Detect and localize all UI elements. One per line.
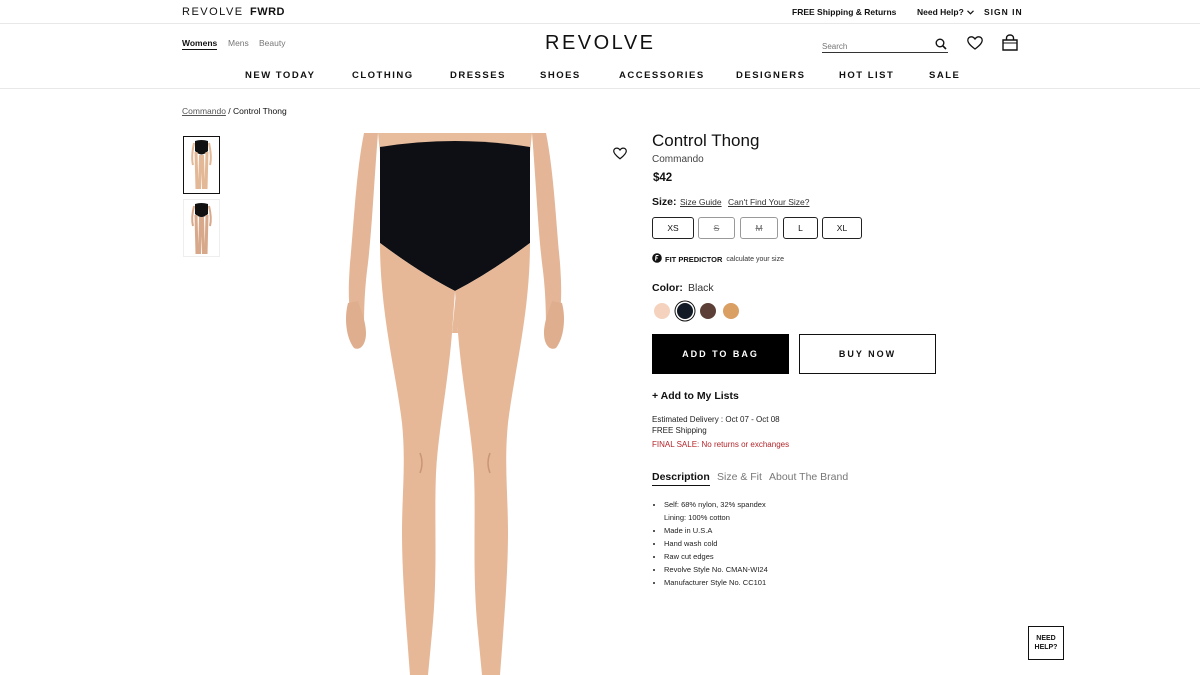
free-shipping-link[interactable]: FREE Shipping & Returns: [792, 7, 896, 17]
detail-item: Raw cut edges: [664, 550, 864, 563]
detail-item: Self: 68% nylon, 32% spandex: [664, 498, 864, 511]
tab-womens[interactable]: Womens: [182, 38, 218, 50]
breadcrumb-current: Control Thong: [233, 106, 287, 116]
need-help-chat-button[interactable]: NEED HELP?: [1028, 626, 1064, 660]
estimated-delivery: Estimated Delivery : Oct 07 - Oct 08: [652, 415, 780, 424]
product-price: $42: [653, 172, 673, 184]
add-to-lists-link[interactable]: + Add to My Lists: [652, 390, 739, 402]
product-thumbnail-1[interactable]: [183, 136, 220, 194]
tab-size-fit[interactable]: Size & Fit: [717, 471, 762, 483]
size-guide-link[interactable]: Size Guide: [680, 197, 722, 207]
detail-item: Hand wash cold: [664, 537, 864, 550]
size-option-m[interactable]: M: [740, 217, 778, 239]
fit-predictor-label: FIT PREDICTOR: [665, 254, 723, 264]
search-icon[interactable]: [935, 37, 947, 55]
free-shipping-note: FREE Shipping: [652, 426, 707, 435]
fit-predictor-sublabel: calculate your size: [726, 255, 784, 263]
color-swatch-caramel[interactable]: [723, 303, 739, 319]
color-swatch-nude[interactable]: [654, 303, 670, 319]
sign-in-link[interactable]: SIGN IN: [984, 7, 1023, 17]
size-label: Size:: [652, 196, 677, 208]
nav-clothing[interactable]: CLOTHING: [352, 70, 414, 81]
nav-accessories[interactable]: ACCESSORIES: [619, 70, 705, 81]
fwrd-brand-link[interactable]: FWRD: [250, 6, 285, 18]
final-sale-notice: FINAL SALE: No returns or exchanges: [652, 440, 790, 449]
size-option-xl[interactable]: XL: [822, 217, 862, 239]
color-swatch-black[interactable]: [677, 303, 693, 319]
tab-description[interactable]: Description: [652, 471, 710, 486]
product-designer-link[interactable]: Commando: [652, 154, 704, 165]
fit-predictor-icon: [652, 253, 662, 265]
tab-mens[interactable]: Mens: [228, 38, 249, 48]
top-utility-bar: REVOLVE FWRD FREE Shipping & Returns Nee…: [0, 0, 1200, 24]
nav-designers[interactable]: DESIGNERS: [736, 70, 805, 81]
nav-new-today[interactable]: NEW TODAY: [245, 70, 316, 81]
size-option-s[interactable]: S: [698, 217, 735, 239]
wishlist-heart-icon[interactable]: [967, 36, 983, 55]
search-input[interactable]: [822, 39, 927, 54]
nav-shoes[interactable]: SHOES: [540, 70, 581, 81]
need-help-label: Need Help?: [917, 7, 964, 17]
nav-sale[interactable]: SALE: [929, 70, 960, 81]
tab-about-brand[interactable]: About The Brand: [769, 471, 848, 483]
need-help-dropdown[interactable]: Need Help?: [917, 7, 974, 17]
shopping-bag-icon[interactable]: [1002, 34, 1018, 56]
tab-beauty[interactable]: Beauty: [259, 38, 285, 48]
breadcrumb: Commando / Control Thong: [182, 106, 287, 116]
product-main-image[interactable]: [340, 133, 570, 675]
site-logo[interactable]: REVOLVE: [545, 32, 656, 55]
size-option-l[interactable]: L: [783, 217, 818, 239]
need-help-chat-label: NEED HELP?: [1034, 635, 1058, 651]
fit-predictor[interactable]: FIT PREDICTOR calculate your size: [652, 253, 784, 265]
nav-dresses[interactable]: DRESSES: [450, 70, 506, 81]
detail-item: Revolve Style No. CMAN-WI24: [664, 563, 864, 576]
nav-hot-list[interactable]: HOT LIST: [839, 70, 894, 81]
color-label: Color:: [652, 282, 683, 294]
color-value: Black: [688, 282, 714, 294]
search-box: [822, 36, 948, 55]
breadcrumb-separator: /: [225, 106, 234, 116]
detail-item: Manufacturer Style No. CC101: [664, 576, 864, 589]
revolve-brand-link[interactable]: REVOLVE: [182, 6, 244, 18]
add-to-wishlist-heart-icon[interactable]: [613, 147, 627, 165]
product-title: Control Thong: [652, 131, 760, 150]
color-swatch-brown[interactable]: [700, 303, 716, 319]
detail-item: Lining: 100% cotton: [664, 513, 730, 522]
site-header: Womens Mens Beauty REVOLVE NEW TODAY CLO…: [0, 24, 1200, 89]
product-thumbnail-2[interactable]: [183, 199, 220, 257]
product-details-list: Self: 68% nylon, 32% spandex Lining: 100…: [664, 498, 864, 589]
detail-item: Made in U.S.A: [664, 524, 864, 537]
size-option-xs[interactable]: XS: [652, 217, 694, 239]
add-to-bag-button[interactable]: ADD TO BAG: [652, 334, 789, 374]
breadcrumb-designer-link[interactable]: Commando: [182, 106, 226, 116]
buy-now-button[interactable]: BUY NOW: [799, 334, 936, 374]
chevron-down-icon: [966, 8, 974, 17]
cant-find-size-link[interactable]: Can't Find Your Size?: [728, 197, 809, 207]
